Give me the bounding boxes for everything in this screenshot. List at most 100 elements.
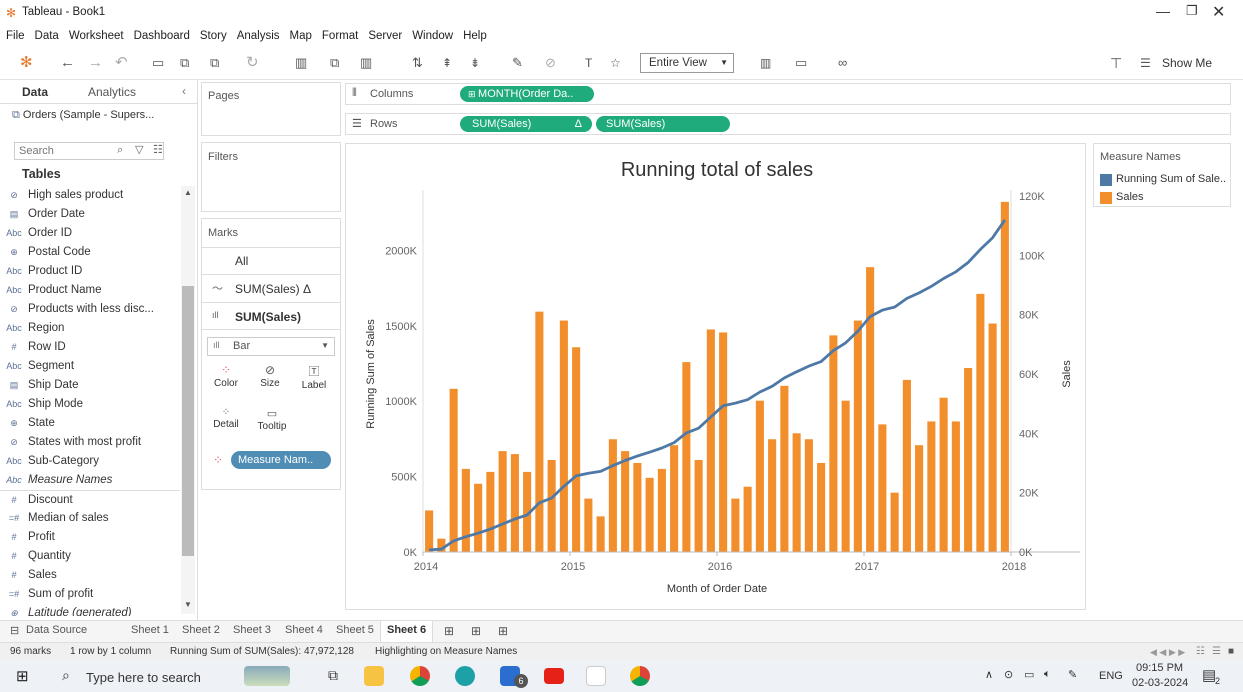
legend-item-running-sum[interactable]: Running Sum of Sale.. — [1100, 173, 1228, 187]
tray-battery-icon[interactable]: ▭ — [1024, 668, 1034, 681]
tray-language[interactable]: ENG — [1099, 670, 1123, 682]
sales-bar[interactable] — [474, 483, 483, 552]
sales-bar[interactable] — [804, 439, 813, 552]
swap-icon[interactable]: ⇅ — [412, 52, 423, 74]
sales-bar[interactable] — [535, 311, 544, 552]
sheet-sorter-icon[interactable]: ☷ — [1196, 643, 1205, 661]
tray-time[interactable]: 09:15 PM — [1136, 662, 1183, 674]
sales-bar[interactable] — [1000, 201, 1009, 553]
collapse-pane-icon[interactable]: ‹ — [182, 84, 186, 98]
show-cards-icon[interactable]: ▥ — [760, 52, 771, 74]
sheet-tab-4[interactable]: Sheet 4 — [285, 624, 323, 636]
show-me-icon[interactable]: ☰ — [1140, 52, 1151, 74]
tray-volume-icon[interactable]: 🔈︎ — [1044, 668, 1051, 681]
field-item[interactable]: Abc Segment — [0, 357, 180, 376]
edge-icon[interactable] — [455, 666, 475, 686]
sales-bar[interactable] — [498, 451, 507, 552]
sales-bar[interactable] — [731, 498, 740, 552]
field-item[interactable]: # Discount — [0, 490, 180, 509]
fit-select[interactable]: Entire View ▼ — [640, 53, 734, 73]
sales-bar[interactable] — [645, 477, 654, 552]
sales-bar[interactable] — [915, 445, 924, 552]
group-icon[interactable]: ⊘ — [545, 52, 556, 74]
new-worksheet-icon[interactable]: ▥ — [295, 52, 307, 74]
search-input[interactable] — [15, 143, 103, 159]
sheet-tab-1[interactable]: Sheet 1 — [131, 624, 169, 636]
scroll-up-icon[interactable]: ▲ — [184, 188, 192, 197]
field-item[interactable]: ⊘ High sales product — [0, 186, 180, 205]
sheet-tab-6[interactable]: Sheet 6 — [380, 621, 434, 642]
scrollbar-thumb[interactable] — [182, 286, 194, 556]
sales-bar[interactable] — [927, 421, 936, 552]
field-item[interactable]: ⊕ Latitude (generated) — [0, 604, 180, 616]
back-icon[interactable]: ← — [60, 52, 75, 74]
menu-item-window[interactable]: Window — [412, 26, 453, 46]
field-item[interactable]: =# Sum of profit — [0, 585, 180, 604]
sales-bar[interactable] — [510, 454, 519, 552]
field-list-scrollbar[interactable]: ▲ ▼ — [181, 186, 195, 614]
taskbar-search[interactable]: ⌕ Type here to search — [52, 663, 252, 689]
undo-icon[interactable]: ↶ — [115, 52, 128, 74]
detail-button[interactable]: ⁘ Detail — [208, 407, 244, 447]
color-button[interactable]: ⁘ Color — [208, 363, 244, 403]
menu-item-analysis[interactable]: Analysis — [237, 26, 280, 46]
field-item[interactable]: Abc Ship Mode — [0, 395, 180, 414]
search-field[interactable]: ⌕ ▽ ☷ — [14, 142, 164, 160]
city-widget-icon[interactable] — [244, 666, 290, 686]
clear-sheet-icon[interactable]: ▥ — [360, 52, 372, 74]
sort-ascending-icon[interactable]: ⇞ — [442, 52, 452, 74]
measure-names-pill[interactable]: Measure Nam.. — [231, 451, 331, 469]
sales-bar[interactable] — [780, 385, 789, 552]
field-item[interactable]: ⊘ States with most profit — [0, 433, 180, 452]
sales-bar[interactable] — [939, 397, 948, 552]
marks-all-tab[interactable]: All — [202, 247, 340, 273]
windows-start-icon[interactable]: ⊞ — [16, 667, 29, 685]
sales-bar[interactable] — [755, 400, 764, 552]
sales-bar[interactable] — [584, 498, 593, 552]
sales-bar[interactable] — [657, 468, 666, 552]
sales-bar[interactable] — [461, 468, 470, 552]
field-item[interactable]: =# Median of sales — [0, 509, 180, 528]
legend-item-sales[interactable]: Sales — [1100, 191, 1228, 205]
view-options-icon[interactable]: ☷ — [153, 143, 163, 156]
sales-bar[interactable] — [670, 445, 679, 552]
tabs-view-icon[interactable]: ■ — [1228, 643, 1234, 661]
tray-network-icon[interactable]: ⊙ — [1004, 668, 1013, 681]
tab-analytics[interactable]: Analytics — [88, 85, 136, 99]
pause-updates-icon[interactable]: ⧉ — [210, 52, 219, 74]
sales-bar[interactable] — [547, 460, 556, 552]
sales-bar[interactable] — [988, 323, 997, 552]
file-explorer-icon[interactable] — [364, 666, 384, 686]
field-item[interactable]: ▤ Ship Date — [0, 376, 180, 395]
sales-bar[interactable] — [596, 516, 605, 552]
field-item[interactable]: Abc Order ID — [0, 224, 180, 243]
sales-bar[interactable] — [743, 486, 752, 552]
tableau-home-icon[interactable]: ✻ — [20, 52, 33, 74]
menu-item-format[interactable]: Format — [322, 26, 358, 46]
youtube-icon[interactable] — [544, 668, 564, 684]
sales-bar[interactable] — [964, 368, 973, 552]
menu-item-help[interactable]: Help — [463, 26, 487, 46]
sales-bar[interactable] — [866, 267, 875, 552]
sign-in-icon[interactable]: ⊤ — [1110, 52, 1122, 74]
minimize-button[interactable]: — — [1156, 3, 1170, 19]
menu-item-data[interactable]: Data — [35, 26, 59, 46]
sales-bar[interactable] — [621, 451, 630, 552]
sales-bar[interactable] — [878, 424, 887, 552]
sales-bar[interactable] — [719, 332, 728, 552]
scroll-down-icon[interactable]: ▼ — [184, 600, 192, 609]
rows-pill-sales[interactable]: SUM(Sales) — [596, 116, 730, 132]
pin-icon[interactable]: ☆ — [610, 52, 621, 74]
sales-bar[interactable] — [792, 433, 801, 552]
sales-bar[interactable] — [976, 293, 985, 552]
data-source-tab[interactable]: Data Source — [26, 624, 87, 636]
tray-date[interactable]: 02-03-2024 — [1132, 677, 1188, 689]
menu-item-story[interactable]: Story — [200, 26, 227, 46]
field-item[interactable]: ⊕ State — [0, 414, 180, 433]
field-item[interactable]: Abc Measure Names — [0, 471, 180, 490]
tableau-taskbar-icon[interactable] — [586, 666, 606, 686]
new-story-icon[interactable]: ⊞ — [498, 624, 508, 638]
show-me-button[interactable]: Show Me — [1162, 56, 1212, 70]
menu-item-map[interactable]: Map — [290, 26, 312, 46]
chrome-icon[interactable] — [410, 666, 430, 686]
